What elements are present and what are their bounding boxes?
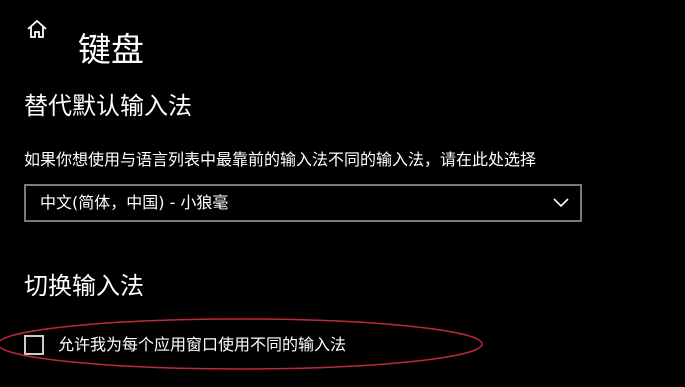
home-icon-glyph — [27, 19, 47, 38]
keyboard-settings-page: 键盘 替代默认输入法 如果你想使用与语言列表中最靠前的输入法不同的输入法，请在此… — [0, 0, 685, 387]
per-app-input-checkbox-label: 允许我为每个应用窗口使用不同的输入法 — [58, 335, 347, 354]
per-app-input-checkbox-row[interactable]: 允许我为每个应用窗口使用不同的输入法 — [24, 332, 346, 358]
dropdown-selected-value: 中文(简体，中国) - 小狼毫 — [40, 193, 229, 212]
input-method-dropdown[interactable]: 中文(简体，中国) - 小狼毫 — [24, 184, 582, 222]
per-app-input-checkbox[interactable] — [24, 335, 44, 355]
override-description: 如果你想使用与语言列表中最靠前的输入法不同的输入法，请在此处选择 — [24, 150, 537, 169]
section-title-switch-input: 切换输入法 — [24, 272, 144, 300]
page-title: 键盘 — [78, 30, 144, 70]
home-icon[interactable] — [24, 16, 50, 42]
section-title-override-input: 替代默认输入法 — [24, 92, 192, 120]
chevron-down-icon — [553, 198, 569, 208]
